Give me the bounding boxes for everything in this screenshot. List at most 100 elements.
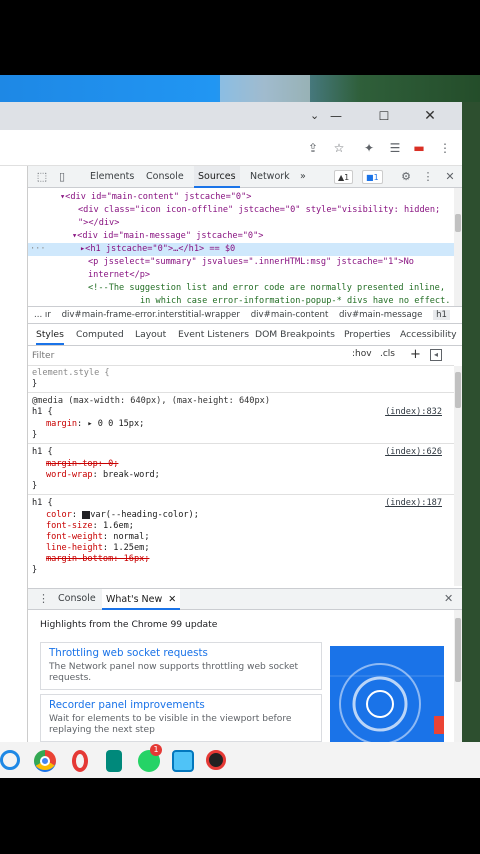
- page-viewport: [0, 166, 28, 742]
- title-bar: ⌄ — ☐ ✕: [0, 102, 462, 130]
- browser-toolbar: ⇪ ☆ ✦ ☰ ▬ ⋮: [0, 130, 462, 166]
- media-query: @media (max-width: 640px), (max-height: …: [32, 396, 270, 406]
- rule-selector[interactable]: h1 {: [32, 447, 53, 458]
- source-link[interactable]: (index):832: [385, 407, 442, 417]
- dom-scrollbar[interactable]: [454, 188, 462, 306]
- drawer-scrollbar[interactable]: [454, 610, 462, 742]
- reading-list-icon[interactable]: ☰: [386, 139, 404, 157]
- css-declaration[interactable]: font-size: 1.6em;: [46, 521, 134, 532]
- dom-node[interactable]: "></div>: [78, 217, 119, 230]
- minimize-button[interactable]: ⌄ —: [310, 106, 348, 126]
- dom-node[interactable]: ▾<div id="main-message" jstcache="0">: [72, 230, 263, 243]
- css-declaration[interactable]: line-height: 1.25em;: [46, 543, 150, 554]
- tab-console[interactable]: Console: [142, 166, 188, 188]
- css-declaration[interactable]: color: var(--heading-color);: [46, 510, 199, 521]
- tab-sources[interactable]: Sources: [194, 166, 240, 188]
- recorder-icon[interactable]: [206, 750, 226, 770]
- tab-event-listeners[interactable]: Event Listeners: [178, 324, 249, 345]
- tab-layout[interactable]: Layout: [135, 324, 166, 345]
- class-toggle[interactable]: .cls: [380, 349, 395, 359]
- more-options-icon[interactable]: ⋮: [420, 169, 436, 185]
- tab-elements[interactable]: Elements: [86, 166, 138, 188]
- inspect-element-icon[interactable]: ⬚: [34, 169, 50, 185]
- chrome-icon[interactable]: [34, 750, 56, 772]
- warnings-badge[interactable]: ▲1: [334, 170, 354, 184]
- close-devtools-icon[interactable]: ✕: [442, 169, 458, 185]
- dom-node[interactable]: <p jsselect="summary" jsvalues=".innerHT…: [88, 256, 414, 269]
- css-declaration[interactable]: margin: ▸ 0 0 15px;: [46, 419, 144, 430]
- share-icon[interactable]: ⇪: [304, 139, 322, 157]
- edge-browser-icon[interactable]: [0, 750, 20, 770]
- toggle-sidebar-icon[interactable]: ◂: [430, 349, 442, 361]
- breadcrumb-item[interactable]: ... ır: [34, 310, 51, 320]
- tab-network[interactable]: Network: [246, 166, 294, 188]
- devtools-tab-bar: ⬚ ▯ Elements Console Sources Network » ▲…: [28, 166, 462, 188]
- styles-filter-input[interactable]: [32, 349, 332, 363]
- close-window-button[interactable]: ✕: [418, 106, 442, 126]
- rule-close: }: [32, 430, 38, 440]
- tab-dom-breakpoints[interactable]: DOM Breakpoints: [255, 324, 335, 345]
- breadcrumb-item-active[interactable]: h1: [433, 310, 451, 320]
- close-tab-icon[interactable]: ✕: [168, 594, 176, 605]
- whatsapp-icon[interactable]: 1: [138, 744, 162, 772]
- tab-accessibility[interactable]: Accessibility: [400, 324, 457, 345]
- extensions-icon[interactable]: ✦: [360, 139, 378, 157]
- more-tabs-button[interactable]: »: [296, 166, 310, 188]
- rule-divider: [28, 392, 454, 393]
- bookmark-star-icon[interactable]: ☆: [330, 139, 348, 157]
- tab-properties[interactable]: Properties: [344, 324, 390, 345]
- breadcrumb-item[interactable]: div#main-content: [251, 310, 329, 320]
- dom-node[interactable]: ▾<div id="main-content" jstcache="0">: [60, 191, 251, 204]
- messages-badge[interactable]: ■1: [362, 170, 383, 184]
- notification-badge: 1: [150, 744, 162, 756]
- chevron-down-icon: ⌄: [310, 109, 320, 122]
- menu-dots-icon[interactable]: ⋮: [436, 139, 454, 157]
- tab-computed[interactable]: Computed: [76, 324, 124, 345]
- dom-tree: ▾<div id="main-content" jstcache="0"> <d…: [28, 188, 454, 306]
- css-declaration-overridden[interactable]: margin-top: 0;: [46, 459, 118, 470]
- dom-comment[interactable]: in which case error-information-popup-* …: [140, 295, 450, 306]
- device-toolbar-icon[interactable]: ▯: [54, 169, 70, 185]
- chrome-logo-illustration: [330, 646, 444, 742]
- browser-window: ⌄ — ☐ ✕ ⇪ ☆ ✦ ☰ ▬ ⋮ ⬚ ▯ Elements Console…: [0, 102, 462, 742]
- element-style-rule[interactable]: element.style {: [32, 368, 110, 379]
- profile-icon[interactable]: ▬: [410, 139, 428, 157]
- close-drawer-icon[interactable]: ✕: [444, 592, 453, 605]
- drawer-tab-console[interactable]: Console: [58, 593, 96, 604]
- scroll-thumb[interactable]: [455, 618, 461, 682]
- feature-card-title[interactable]: Recorder panel improvements: [49, 699, 205, 711]
- photos-icon[interactable]: [172, 750, 194, 772]
- breadcrumb-item[interactable]: div#main-message: [339, 310, 422, 320]
- feature-card-body: Wait for elements to be visible in the v…: [49, 714, 292, 735]
- rule-selector[interactable]: h1 {: [32, 498, 53, 509]
- maximize-button[interactable]: ☐: [372, 106, 396, 126]
- dom-node-selected[interactable]: ··· ▸<h1 jstcache="0">…</h1> == $0: [28, 243, 454, 256]
- feature-card[interactable]: Recorder panel improvements Wait for ele…: [40, 694, 322, 742]
- dom-node[interactable]: <div class="icon icon-offline" jstcache=…: [78, 204, 440, 217]
- notepad-icon[interactable]: [106, 750, 122, 772]
- css-declaration[interactable]: word-wrap: break-word;: [46, 470, 160, 481]
- scroll-thumb[interactable]: [455, 372, 461, 408]
- rule-selector[interactable]: h1 {: [32, 407, 53, 418]
- hover-toggle[interactable]: :hov: [352, 349, 372, 359]
- rule-divider: [28, 443, 454, 444]
- opera-icon[interactable]: [72, 750, 88, 772]
- settings-gear-icon[interactable]: ⚙: [398, 169, 414, 185]
- styles-panel-tabs: Styles Computed Layout Event Listeners D…: [28, 324, 462, 346]
- css-declaration-overridden[interactable]: margin-bottom: 16px;: [46, 554, 149, 565]
- breadcrumb-item[interactable]: div#main-frame-error.interstitial-wrappe…: [62, 310, 240, 320]
- dom-node[interactable]: internet</p>: [88, 269, 150, 282]
- source-link[interactable]: (index):187: [385, 498, 442, 508]
- drawer-menu-icon[interactable]: ⋮: [38, 592, 49, 605]
- source-link[interactable]: (index):626: [385, 447, 442, 457]
- new-rule-button[interactable]: +: [410, 347, 421, 362]
- styles-scrollbar[interactable]: [454, 366, 462, 586]
- feature-card-title[interactable]: Throttling web socket requests: [49, 647, 208, 659]
- css-declaration[interactable]: font-weight: normal;: [46, 532, 150, 543]
- dom-comment[interactable]: <!--The suggestion list and error code a…: [88, 282, 445, 295]
- tab-styles[interactable]: Styles: [36, 324, 64, 345]
- feature-card[interactable]: Throttling web socket requests The Netwo…: [40, 642, 322, 690]
- drawer-tab-whats-new[interactable]: What's New ✕: [102, 589, 181, 610]
- devtools-panel: ⬚ ▯ Elements Console Sources Network » ▲…: [28, 166, 462, 742]
- scroll-thumb[interactable]: [455, 214, 461, 232]
